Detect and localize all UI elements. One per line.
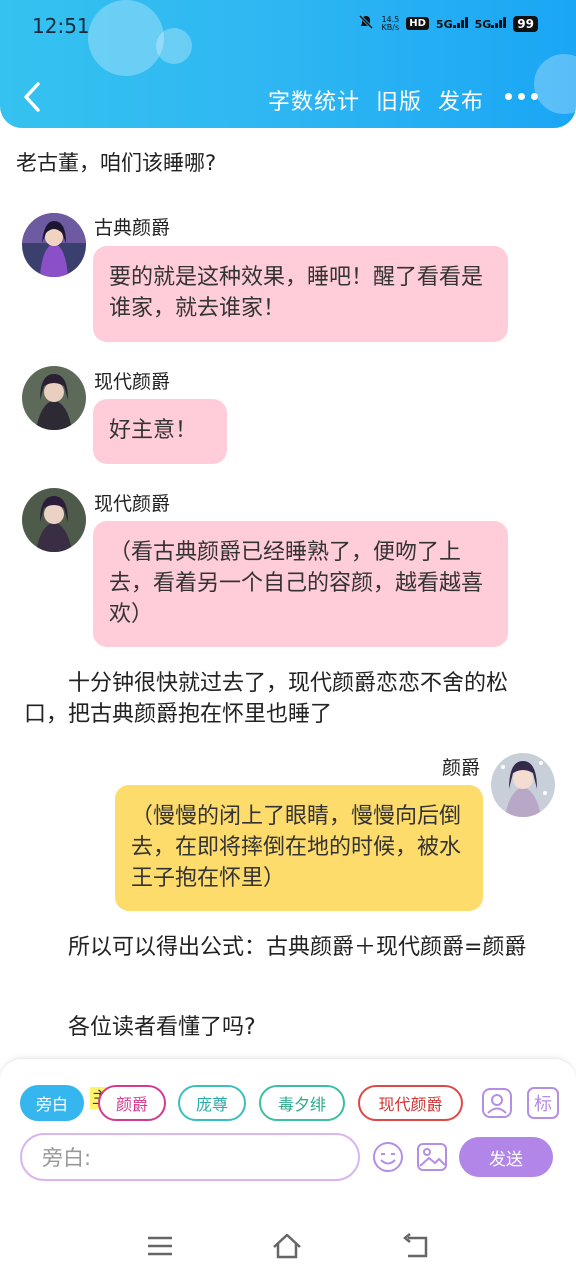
- tag-button[interactable]: 标: [527, 1087, 559, 1119]
- signal-bars-icon: [491, 16, 507, 28]
- more-options-button[interactable]: [505, 93, 538, 100]
- narration-text: 十分钟很快就过去了，现代颜爵恋恋不舍的松口，把古典颜爵抱在怀里也睡了: [24, 671, 509, 727]
- avatar[interactable]: [491, 753, 555, 817]
- home-icon: [273, 1233, 301, 1259]
- manage-roles-button[interactable]: [481, 1087, 513, 1119]
- speaker-name: 古典颜爵: [94, 217, 171, 239]
- chevron-left-icon: [24, 82, 40, 112]
- avatar[interactable]: [22, 366, 86, 430]
- speaker-name: 现代颜爵: [94, 493, 171, 515]
- emoji-icon: [373, 1142, 403, 1172]
- app-header: 12:51 14.5 KB/s HD 5G 5G 99 字数统计 旧版 发布: [0, 0, 576, 128]
- message-bubble[interactable]: 好主意！: [93, 399, 227, 464]
- menu-icon: [148, 1236, 172, 1256]
- role-chip[interactable]: 毒夕绯: [259, 1085, 345, 1121]
- speaker-name: 颜爵: [442, 757, 481, 779]
- decor-bubble: [88, 0, 164, 76]
- narration-text: 所以可以得出公式：古典颜爵＋现代颜爵=颜爵: [68, 935, 527, 960]
- image-button[interactable]: [416, 1141, 448, 1173]
- menu-button[interactable]: [144, 1230, 176, 1262]
- role-chip-narrator[interactable]: 旁白: [20, 1085, 84, 1121]
- message-input[interactable]: 旁白:: [20, 1133, 360, 1181]
- message-bubble[interactable]: （慢慢的闭上了眼睛，慢慢向后倒去，在即将摔倒在地的时候，被水王子抱在怀里）: [115, 785, 483, 911]
- decor-bubble: [534, 54, 576, 114]
- narration-text: 各位读者看懂了吗?: [68, 1015, 256, 1040]
- status-time: 12:51: [32, 14, 90, 38]
- signal-1: 5G: [436, 16, 468, 31]
- decor-bubble: [156, 28, 192, 64]
- status-icons: 14.5 KB/s HD 5G 5G 99: [358, 14, 538, 33]
- send-button[interactable]: 发送: [459, 1137, 553, 1177]
- hd-badge: HD: [406, 17, 429, 30]
- message-bubble[interactable]: （看古典颜爵已经睡熟了，便吻了上去，看着另一个自己的容颜，越看越喜欢）: [93, 521, 508, 647]
- signal-bars-icon: [452, 16, 468, 28]
- role-chip[interactable]: 庞尊: [178, 1085, 246, 1121]
- avatar[interactable]: [22, 488, 86, 552]
- role-chip[interactable]: 颜爵: [98, 1085, 166, 1121]
- battery-icon: 99: [513, 15, 538, 32]
- user-card-icon: [482, 1088, 512, 1118]
- message-bubble[interactable]: 要的就是这种效果，睡吧！醒了看看是谁家，就去谁家！: [93, 246, 508, 342]
- return-icon: [402, 1233, 428, 1258]
- home-button[interactable]: [271, 1230, 303, 1262]
- mute-icon: [358, 14, 374, 33]
- narration-text: 老古董，咱们该睡哪?: [16, 151, 217, 175]
- speaker-name: 现代颜爵: [94, 371, 171, 393]
- avatar[interactable]: [22, 213, 86, 277]
- old-version-button[interactable]: 旧版: [376, 84, 422, 116]
- publish-button[interactable]: 发布: [438, 84, 484, 116]
- net-speed: 14.5 KB/s: [381, 14, 400, 32]
- signal-2: 5G: [475, 16, 507, 31]
- back-nav-button[interactable]: [400, 1230, 432, 1262]
- image-icon: [417, 1143, 447, 1171]
- back-button[interactable]: [18, 80, 46, 114]
- role-chip[interactable]: 现代颜爵: [358, 1085, 463, 1121]
- word-count-button[interactable]: 字数统计: [268, 84, 360, 116]
- emoji-button[interactable]: [372, 1141, 404, 1173]
